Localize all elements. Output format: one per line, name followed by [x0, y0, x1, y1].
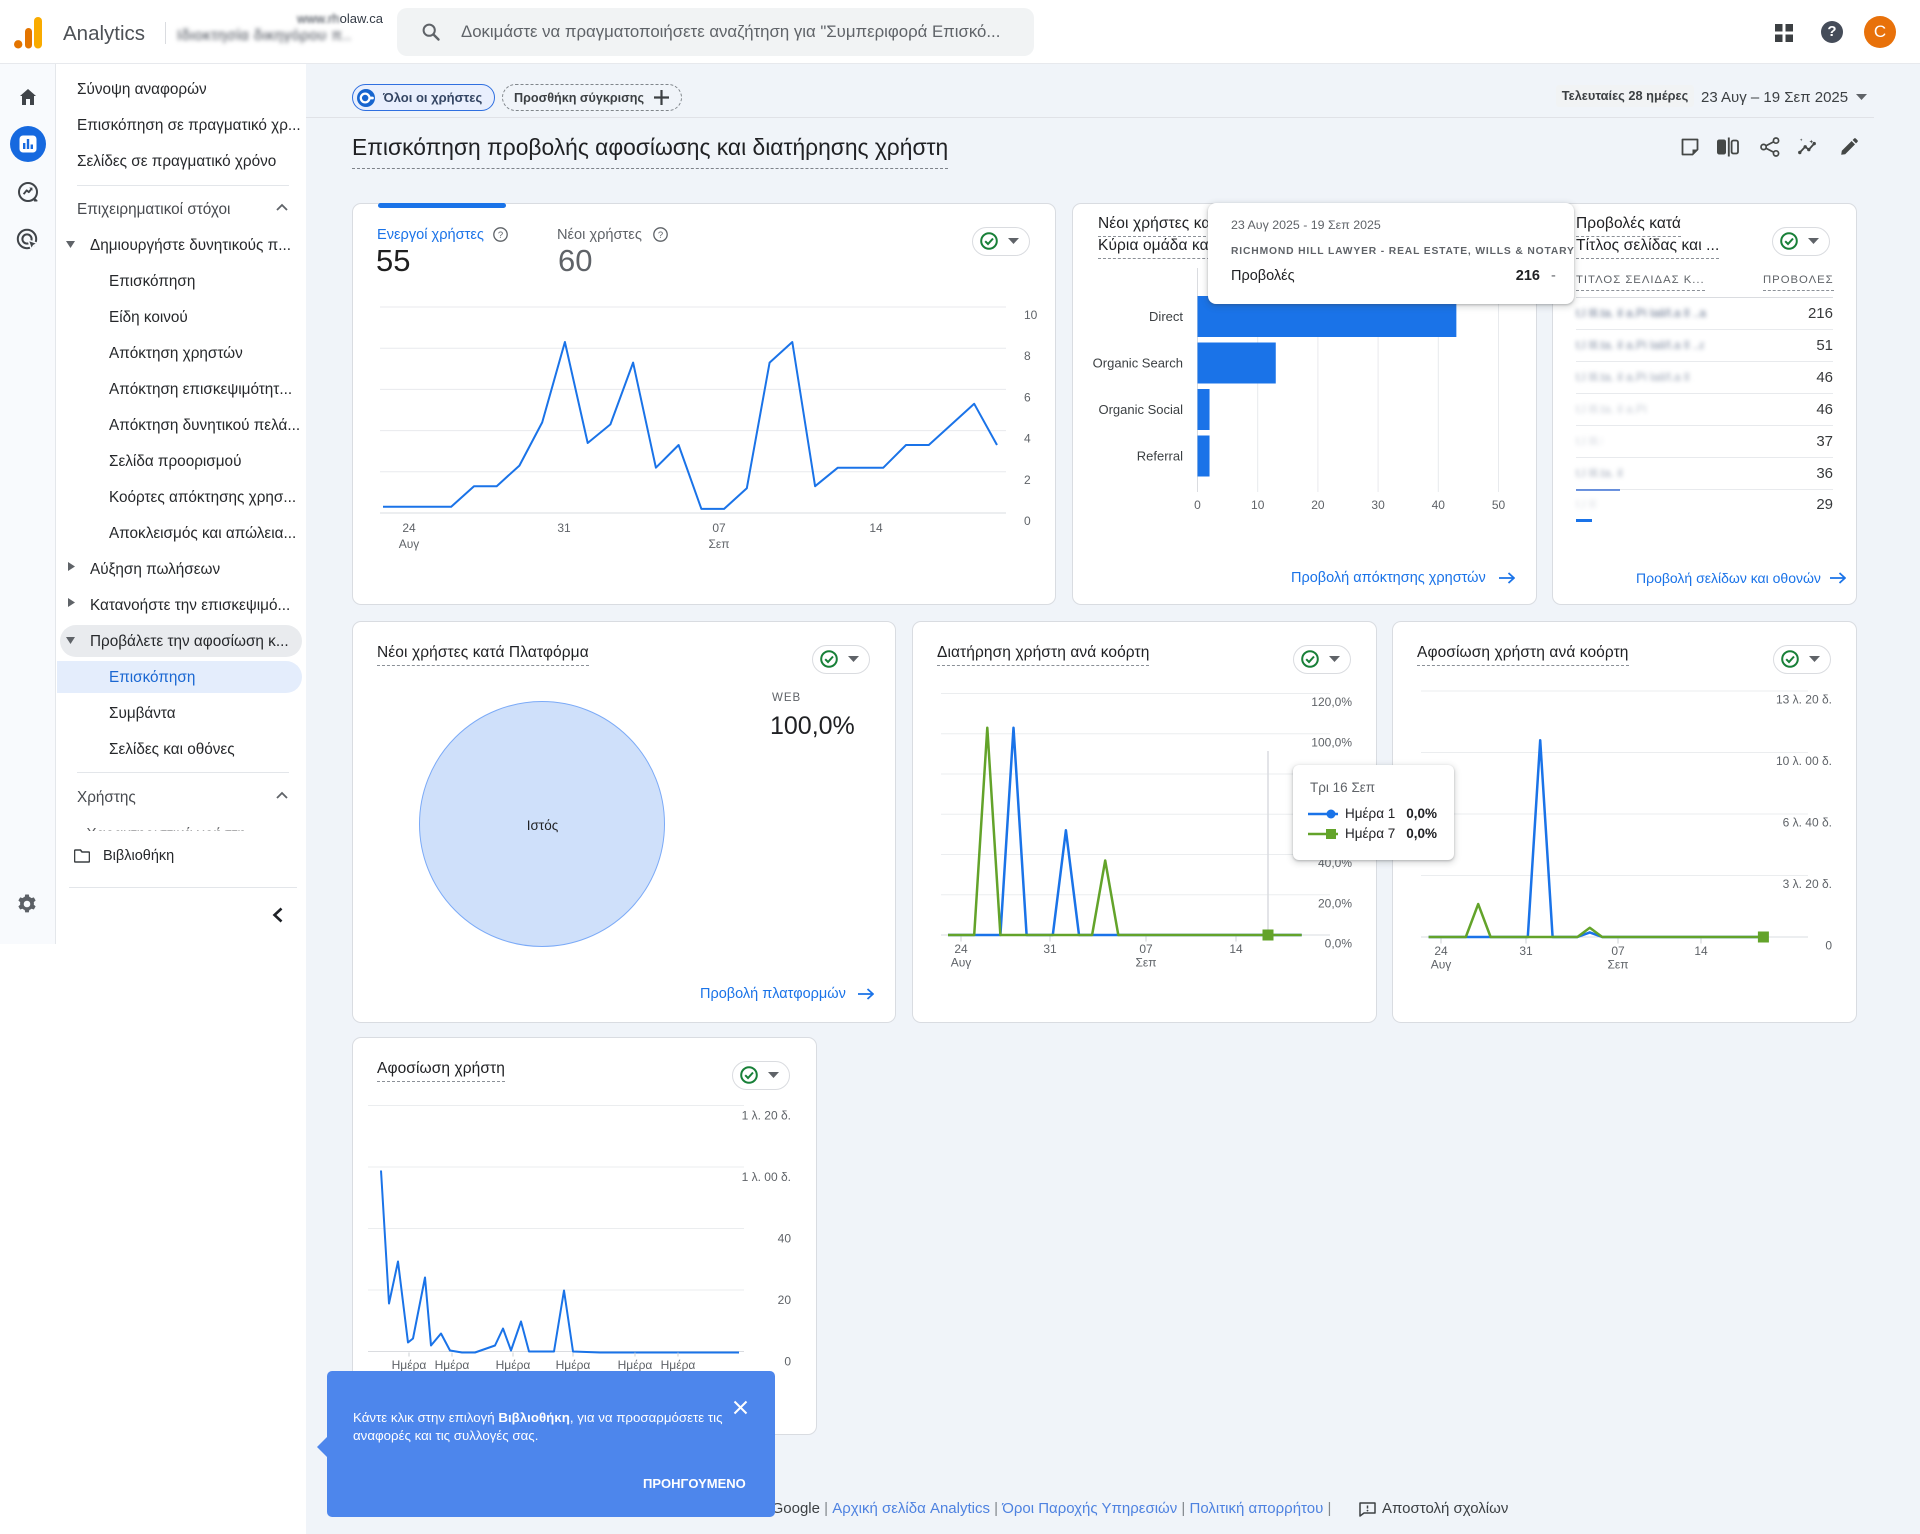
svg-text:20: 20 — [778, 1293, 792, 1307]
svg-text:24: 24 — [954, 942, 968, 956]
svg-text:10: 10 — [1024, 308, 1038, 322]
svg-text:14: 14 — [1229, 942, 1243, 956]
svg-text:Σεπ: Σεπ — [1607, 958, 1628, 972]
svg-text:Αυγ: Αυγ — [399, 537, 420, 551]
svg-text:8: 8 — [1024, 349, 1031, 363]
svg-text:Ημέρα: Ημέρα — [661, 1358, 696, 1372]
svg-text:0: 0 — [784, 1355, 791, 1369]
svg-text:Αυγ: Αυγ — [951, 956, 972, 970]
svg-text:13 λ. 20 δ.: 13 λ. 20 δ. — [1776, 693, 1832, 707]
svg-text:14: 14 — [1694, 944, 1708, 958]
svg-text:30: 30 — [1371, 498, 1385, 512]
svg-text:07: 07 — [1611, 944, 1625, 958]
svg-text:20: 20 — [1311, 498, 1325, 512]
svg-text:Σεπ: Σεπ — [1135, 956, 1156, 970]
svg-text:07: 07 — [712, 521, 726, 535]
svg-text:31: 31 — [1519, 944, 1533, 958]
svg-text:6: 6 — [1024, 390, 1031, 404]
svg-text:31: 31 — [557, 521, 571, 535]
svg-text:50: 50 — [1492, 498, 1506, 512]
svg-text:Direct: Direct — [1149, 309, 1183, 324]
svg-text:40: 40 — [778, 1232, 792, 1246]
svg-text:10 λ. 00 δ.: 10 λ. 00 δ. — [1776, 754, 1832, 768]
svg-text:2: 2 — [1024, 473, 1031, 487]
svg-text:14: 14 — [869, 521, 883, 535]
svg-text:0: 0 — [1024, 514, 1031, 528]
svg-text:24: 24 — [402, 521, 416, 535]
svg-text:07: 07 — [1139, 942, 1153, 956]
svg-text:4: 4 — [1024, 432, 1031, 446]
svg-text:3 λ. 20 δ.: 3 λ. 20 δ. — [1783, 877, 1832, 891]
svg-text:Referral: Referral — [1137, 449, 1183, 464]
svg-text:Organic Social: Organic Social — [1098, 402, 1183, 417]
svg-text:31: 31 — [1043, 942, 1057, 956]
svg-text:Αυγ: Αυγ — [1431, 958, 1452, 972]
svg-text:0,0%: 0,0% — [1325, 937, 1353, 951]
svg-text:0: 0 — [1825, 939, 1832, 953]
svg-text:Ημέρα: Ημέρα — [435, 1358, 470, 1372]
svg-text:100,0%: 100,0% — [1311, 735, 1352, 749]
svg-text:24: 24 — [1434, 944, 1448, 958]
svg-text:Σεπ: Σεπ — [708, 537, 729, 551]
svg-text:Ημέρα: Ημέρα — [556, 1358, 591, 1372]
svg-text:40: 40 — [1432, 498, 1446, 512]
svg-text:Organic Search: Organic Search — [1093, 356, 1183, 371]
svg-text:1 λ. 20 δ.: 1 λ. 20 δ. — [742, 1109, 791, 1123]
svg-text:Ημέρα: Ημέρα — [618, 1358, 653, 1372]
svg-text:Ημέρα: Ημέρα — [392, 1358, 427, 1372]
svg-text:10: 10 — [1251, 498, 1265, 512]
svg-text:Ημέρα: Ημέρα — [496, 1358, 531, 1372]
svg-text:6 λ. 40 δ.: 6 λ. 40 δ. — [1783, 816, 1832, 830]
svg-text:0: 0 — [1194, 498, 1201, 512]
svg-text:120,0%: 120,0% — [1311, 695, 1352, 709]
svg-text:20,0%: 20,0% — [1318, 896, 1352, 910]
svg-text:1 λ. 00 δ.: 1 λ. 00 δ. — [742, 1170, 791, 1184]
